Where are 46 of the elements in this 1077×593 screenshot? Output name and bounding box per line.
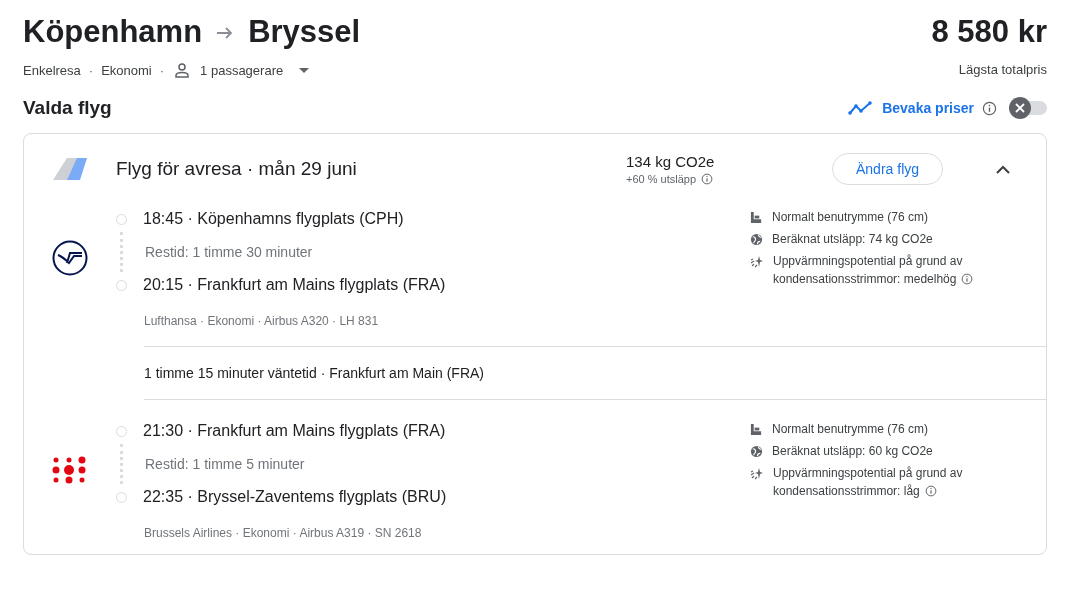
layover-info: 1 timme 15 minuter väntetid · Frankfurt am Main (FRA) xyxy=(144,365,484,381)
close-icon xyxy=(1014,102,1026,114)
flight-title: Flyg för avresa · mån 29 juni xyxy=(116,158,358,180)
info-icon[interactable] xyxy=(924,485,937,497)
seat-icon xyxy=(750,211,763,224)
globe-icon xyxy=(750,445,763,458)
dots-logo-icon xyxy=(52,456,88,484)
amenity-text: Beräknat utsläpp: 74 kg CO2e xyxy=(772,231,934,248)
emissions-delta: +60 % utsläpp xyxy=(626,173,697,185)
tail-icon xyxy=(53,158,87,180)
globe-icon xyxy=(750,233,763,246)
departure-time-airport: 21:30 · Frankfurt am Mains flygplats (FRA) xyxy=(143,422,446,440)
price-caption: Lägsta totalpris xyxy=(957,62,1047,77)
emissions-value: 134 kg CO2e xyxy=(626,153,716,170)
info-icon[interactable] xyxy=(701,173,714,185)
amenity-text: Uppvärmningspotential på grund av kondensationsstrimmor: låg xyxy=(773,465,964,500)
change-flight-button[interactable]: Ändra flyg xyxy=(832,153,944,185)
amenity-text: Normalt benutrymme (76 cm) xyxy=(772,209,930,226)
separator-dot: · xyxy=(88,62,94,78)
flight-details: Brussels Airlines · Ekonomi · Airbus A319 · SN 2618 xyxy=(144,526,423,540)
amenity-text: Uppvärmningspotential på grund av kondensationsstrimmor: medelhög xyxy=(773,252,1010,288)
section-title: Valda flyg xyxy=(23,97,112,119)
total-price: 8 580 kr xyxy=(931,13,1047,51)
arrow-icon xyxy=(216,26,235,40)
amenity-text: Normalt benutrymme (76 cm) xyxy=(772,421,930,438)
track-prices-link[interactable]: Bevaka priser xyxy=(882,100,974,116)
person-icon xyxy=(174,62,191,78)
caret-icon xyxy=(299,67,310,73)
departure-time-airport: 18:45 · Köpenhamns flygplats (CPH) xyxy=(143,210,404,228)
arrival-time-airport: 20:15 · Frankfurt am Mains flygplats (FRA) xyxy=(143,276,446,294)
info-icon[interactable] xyxy=(961,273,974,285)
trend-icon xyxy=(848,101,873,115)
travel-duration: Restid: 1 timme 30 minuter xyxy=(145,244,313,260)
trip-option[interactable]: Enkelresa xyxy=(23,62,81,78)
chevron-icon[interactable] xyxy=(996,164,1011,174)
seat-icon xyxy=(750,423,763,436)
destination-city: Bryssel xyxy=(248,14,361,50)
amenity-text: Beräknat utsläpp: 60 kg CO2e xyxy=(772,443,934,460)
info-icon[interactable] xyxy=(982,100,997,116)
trip-option[interactable]: Ekonomi xyxy=(101,62,152,78)
separator-dot: · xyxy=(159,62,165,78)
origin-city: Köpenhamn xyxy=(23,14,203,50)
passenger-selector[interactable]: 1 passagerare xyxy=(172,62,310,78)
travel-duration: Restid: 1 timme 5 minuter xyxy=(145,456,305,472)
arrival-time-airport: 22:35 · Bryssel-Zaventems flygplats (BRU) xyxy=(143,488,447,506)
flight-details: Lufthansa · Ekonomi · Airbus A320 · LH 831 xyxy=(144,314,380,328)
